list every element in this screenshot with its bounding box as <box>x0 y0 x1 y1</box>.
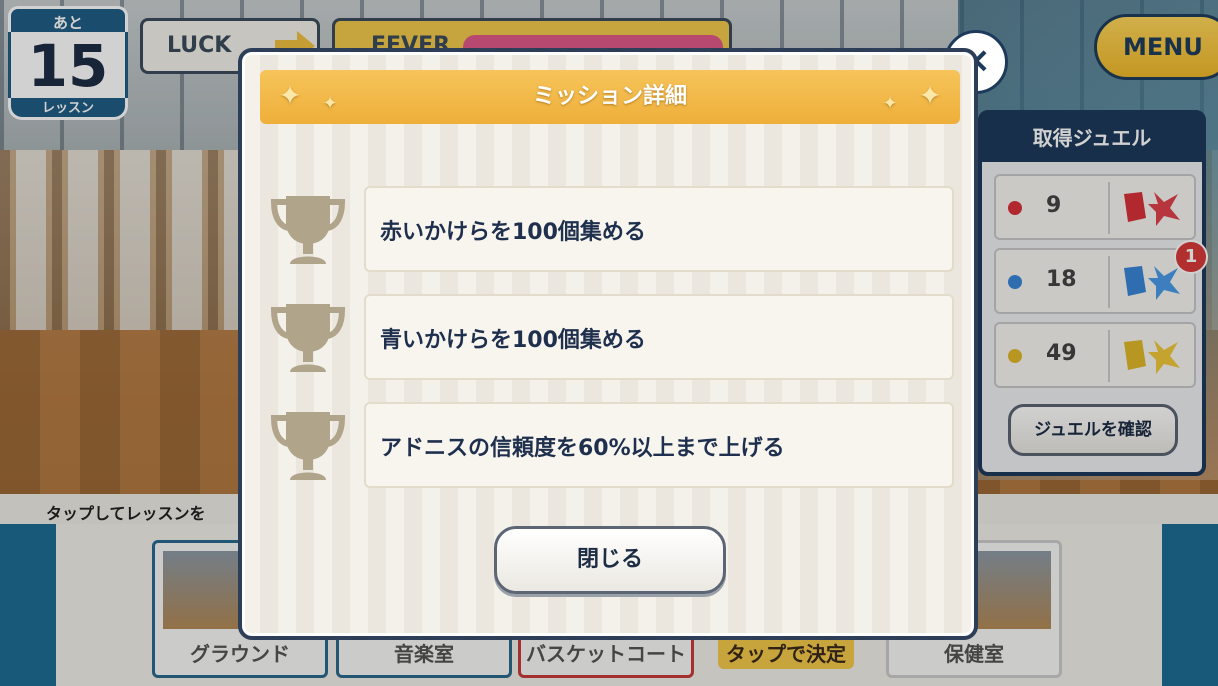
mission-detail-modal: ミッション詳細 ✦ ✦ ✦ ✦ 赤いかけらを100個集める 青いかけらを100個… <box>238 48 978 640</box>
trophy-icon <box>268 300 348 376</box>
trophy-icon <box>268 408 348 484</box>
mission-text-box: 青いかけらを100個集める <box>364 294 954 380</box>
mission-item: 青いかけらを100個集める <box>264 294 954 380</box>
mission-text: 青いかけらを100個集める <box>380 328 646 353</box>
sparkle-icon: ✦ <box>918 79 942 112</box>
close-button[interactable]: 閉じる <box>494 526 726 594</box>
modal-title: ミッション詳細 ✦ ✦ ✦ ✦ <box>260 70 960 124</box>
mission-text: 赤いかけらを100個集める <box>380 220 646 245</box>
trophy-icon <box>268 192 348 268</box>
mission-text: アドニスの信頼度を60%以上まで上げる <box>380 436 785 461</box>
modal-title-text: ミッション詳細 <box>532 84 687 109</box>
mission-item: アドニスの信頼度を60%以上まで上げる <box>264 402 954 488</box>
sparkle-icon: ✦ <box>322 93 338 114</box>
mission-text-box: 赤いかけらを100個集める <box>364 186 954 272</box>
mission-item: 赤いかけらを100個集める <box>264 186 954 272</box>
sparkle-icon: ✦ <box>882 93 898 114</box>
mission-text-box: アドニスの信頼度を60%以上まで上げる <box>364 402 954 488</box>
sparkle-icon: ✦ <box>278 79 302 112</box>
